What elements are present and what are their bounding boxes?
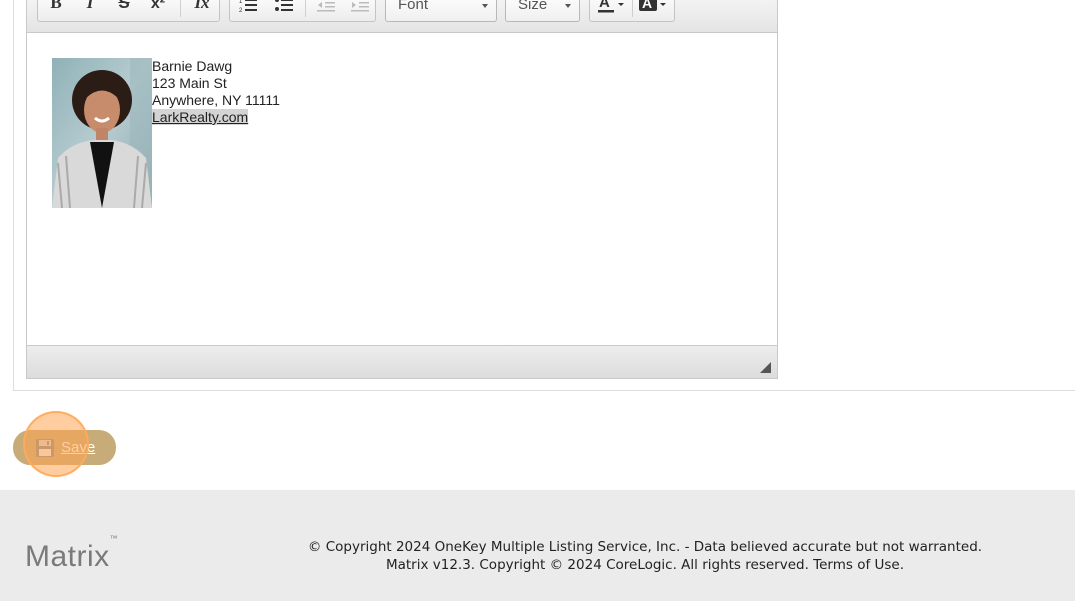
numbered-list-icon: 12	[239, 0, 257, 13]
superscript-button[interactable]: x²	[144, 0, 172, 21]
font-combo[interactable]: Font	[385, 0, 497, 22]
bold-icon: B	[50, 0, 62, 12]
save-button-label: Save	[61, 439, 96, 456]
list-group: 12	[229, 0, 376, 22]
copyright-line-1: © Copyright 2024 OneKey Multiple Listing…	[307, 539, 983, 555]
matrix-logo: Matrix™	[25, 534, 118, 574]
background-color-button[interactable]: A	[638, 0, 670, 21]
terms-of-use-link[interactable]: Terms of Use.	[813, 557, 904, 573]
svg-text:A: A	[642, 0, 652, 11]
resize-handle-icon[interactable]	[760, 362, 771, 373]
toolbar-separator	[180, 0, 181, 17]
chevron-down-icon	[482, 4, 488, 8]
text-color-icon: A	[598, 0, 624, 13]
svg-text:A: A	[599, 0, 610, 11]
page-footer: Matrix™ © Copyright 2024 OneKey Multiple…	[0, 490, 1075, 601]
italic-icon: I	[86, 0, 94, 12]
bold-button[interactable]: B	[42, 0, 70, 21]
toolbar-separator	[632, 0, 633, 17]
save-button[interactable]: Save	[13, 430, 116, 465]
indent-icon	[351, 2, 369, 12]
bulleted-list-icon	[275, 0, 293, 11]
size-combo-label: Size	[518, 0, 548, 13]
editor-content[interactable]: Barnie Dawg 123 Main St Anywhere, NY 111…	[27, 33, 777, 346]
svg-text:1: 1	[239, 0, 243, 5]
numbered-list-button[interactable]: 12	[234, 0, 262, 21]
outdent-icon	[317, 2, 335, 12]
strikethrough-button[interactable]: S	[110, 0, 138, 21]
background-color-icon: A	[639, 0, 666, 11]
svg-text:2: 2	[239, 8, 243, 13]
copyright-text: © Copyright 2024 OneKey Multiple Listing…	[295, 538, 995, 574]
agent-photo	[52, 58, 152, 208]
editor-toolbar: B I S x² Ix 12 Font Size A A	[27, 0, 777, 33]
colors-group: A A	[589, 0, 675, 22]
signature-website-link[interactable]: LarkRealty.com	[152, 109, 249, 125]
decrease-indent-button[interactable]	[312, 0, 340, 21]
logo-text: Matrix	[25, 540, 110, 573]
superscript-icon: x²	[150, 0, 166, 12]
editor-statusbar	[27, 345, 777, 378]
logo-trademark: ™	[109, 534, 119, 543]
signature-name: Barnie Dawg	[152, 58, 233, 74]
size-combo[interactable]: Size	[505, 0, 580, 22]
font-combo-label: Font	[398, 0, 429, 13]
toolbar-separator	[305, 0, 306, 17]
increase-indent-button[interactable]	[346, 0, 374, 21]
email-signature: Barnie Dawg 123 Main St Anywhere, NY 111…	[152, 58, 280, 126]
copyright-line-2-text: Matrix v12.3. Copyright © 2024 CoreLogic…	[385, 557, 809, 573]
rich-text-editor: B I S x² Ix 12 Font Size A A Barnie Dawg…	[26, 0, 778, 379]
remove-format-icon: Ix	[194, 0, 210, 12]
basic-styles-group: B I S x² Ix	[37, 0, 220, 22]
signature-street: 123 Main St	[152, 75, 227, 91]
bulleted-list-button[interactable]	[270, 0, 298, 21]
italic-button[interactable]: I	[76, 0, 104, 21]
floppy-disk-icon	[36, 438, 54, 457]
signature-city: Anywhere, NY 11111	[152, 92, 280, 108]
text-color-button[interactable]: A	[596, 0, 628, 21]
remove-format-button[interactable]: Ix	[188, 0, 216, 21]
agent-photo-image	[52, 58, 152, 208]
strikethrough-icon: S	[118, 0, 130, 12]
copyright-line-2: Matrix v12.3. Copyright © 2024 CoreLogic…	[295, 556, 995, 574]
chevron-down-icon	[565, 4, 571, 8]
